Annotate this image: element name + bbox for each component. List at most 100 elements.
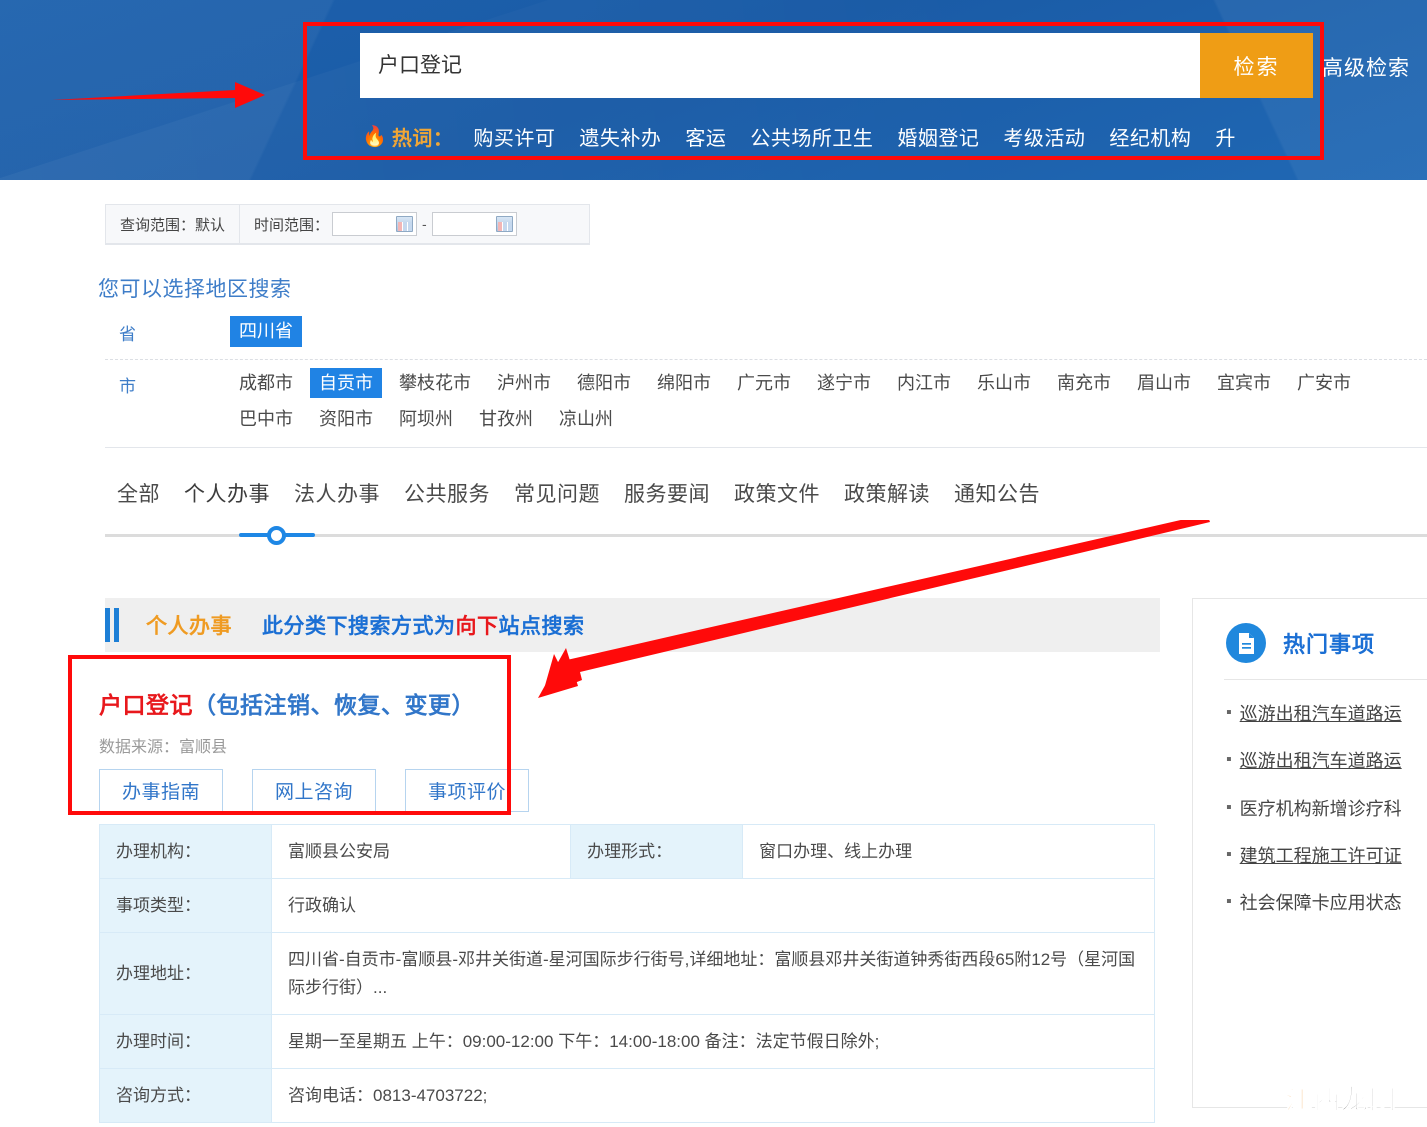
document-icon <box>1226 623 1266 663</box>
bullet-icon: ▪ <box>1226 704 1232 721</box>
site-header: 检索 高级检索 🔥 热词： 购买许可 遗失补办 客运 公共场所卫生 婚姻登记 考… <box>0 0 1427 180</box>
advanced-search-link[interactable]: 高级检索 <box>1322 52 1410 82</box>
region-item-city[interactable]: 广安市 <box>1288 368 1360 399</box>
flame-icon: 🔥 <box>362 125 387 148</box>
region-row-city: 市 成都市 自贡市 攀枝花市 泸州市 德阳市 绵阳市 广元市 遂宁市 内江市 乐… <box>105 360 1427 448</box>
result-title[interactable]: 户口登记（包括注销、恢复、变更） <box>99 686 475 720</box>
tab-policy-interpretation[interactable]: 政策解读 <box>832 478 942 508</box>
watermark-part1: 江 <box>1285 1085 1313 1117</box>
hotwords-row: 🔥 热词： 购买许可 遗失补办 客运 公共场所卫生 婚姻登记 考级活动 经纪机构… <box>362 122 1236 151</box>
region-row-province: 省 四川省 <box>105 308 1427 360</box>
tab-notices[interactable]: 通知公告 <box>942 478 1052 508</box>
search-button[interactable]: 检索 <box>1200 33 1313 98</box>
region-item-city[interactable]: 阿坝州 <box>390 404 462 435</box>
region-item-city[interactable]: 成都市 <box>230 368 302 399</box>
region-item-city[interactable]: 攀枝花市 <box>390 368 480 399</box>
hotwords-label: 热词： <box>391 128 454 150</box>
tab-service-news[interactable]: 服务要闻 <box>612 478 722 508</box>
hot-items-header: 热门事项 <box>1193 599 1427 679</box>
hotword-item[interactable]: 婚姻登记 <box>897 122 979 151</box>
page-root: 检索 高级检索 🔥 热词： 购买许可 遗失补办 客运 公共场所卫生 婚姻登记 考… <box>0 0 1427 1127</box>
region-item-city-selected[interactable]: 自贡市 <box>310 367 382 398</box>
section-note-highlight: 向下 <box>455 615 499 638</box>
hotword-item[interactable]: 公共场所卫生 <box>750 122 873 151</box>
tab-active-dot <box>267 526 286 545</box>
region-item-city[interactable]: 甘孜州 <box>470 404 542 435</box>
list-item[interactable]: ▪ 医疗机构新增诊疗科 <box>1226 797 1427 821</box>
date-end-input[interactable] <box>431 212 517 236</box>
detail-key: 办理时间： <box>99 1013 272 1069</box>
list-item[interactable]: ▪ 建筑工程施工许可证 <box>1226 844 1427 868</box>
detail-key: 咨询方式： <box>99 1067 272 1124</box>
detail-value: 四川省-自贡市-富顺县-邓井关街道-星河国际步行街号,详细地址：富顺县邓井关街道… <box>271 932 1155 1015</box>
calendar-icon[interactable] <box>495 216 513 232</box>
region-item-city[interactable]: 广元市 <box>728 368 800 399</box>
table-row: 办理时间： 星期一至星期五 上午：09:00-12:00 下午：14:00-18… <box>99 1013 1155 1069</box>
item-rating-button[interactable]: 事项评价 <box>405 769 530 812</box>
detail-key: 办理地址： <box>99 932 272 1015</box>
time-range-group: 时间范围： - <box>240 205 534 243</box>
result-title-rest: （包括注销、恢复、变更） <box>193 692 475 718</box>
hotword-item[interactable]: 购买许可 <box>473 122 555 151</box>
hotword-item[interactable]: 经纪机构 <box>1109 122 1191 151</box>
result-actions: 办事指南 网上咨询 事项评价 <box>99 769 530 812</box>
date-range-separator: - <box>422 216 427 232</box>
region-item-city[interactable]: 巴中市 <box>230 404 302 435</box>
region-row-label: 市 <box>119 376 136 396</box>
detail-value: 窗口办理、线上办理 <box>742 823 1155 880</box>
list-item[interactable]: ▪ 巡游出租汽车道路运 <box>1226 702 1427 726</box>
tab-policy-docs[interactable]: 政策文件 <box>722 478 832 508</box>
section-header: 个人办事 此分类下搜索方式为向下站点搜索 <box>105 598 1160 652</box>
list-item[interactable]: ▪ 社会保障卡应用状态 <box>1226 891 1427 915</box>
hot-items-title: 热门事项 <box>1283 632 1376 657</box>
region-item-city[interactable]: 凉山州 <box>550 404 622 435</box>
region-item-sichuan[interactable]: 四川省 <box>230 316 302 347</box>
section-accent-bars <box>105 608 122 642</box>
hotword-item[interactable]: 客运 <box>685 122 726 151</box>
online-consult-button[interactable]: 网上咨询 <box>252 769 377 812</box>
table-row: 事项类型： 行政确认 <box>99 878 1155 934</box>
result-source: 数据来源：富顺县 <box>99 733 227 757</box>
region-item-city[interactable]: 南充市 <box>1048 368 1120 399</box>
search-input[interactable] <box>360 33 1200 98</box>
list-item-label: 建筑工程施工许可证 <box>1239 845 1402 866</box>
region-item-city[interactable]: 遂宁市 <box>808 368 880 399</box>
tab-public-service[interactable]: 公共服务 <box>392 478 502 508</box>
region-item-city[interactable]: 乐山市 <box>968 368 1040 399</box>
list-item-label: 巡游出租汽车道路运 <box>1239 704 1402 724</box>
detail-value: 咨询电话：0813-4703722; <box>271 1067 1155 1124</box>
hotword-item[interactable]: 遗失补办 <box>579 122 661 151</box>
query-scope[interactable]: 查询范围：默认 <box>106 205 239 243</box>
region-item-city[interactable]: 绵阳市 <box>648 368 720 399</box>
detail-key: 事项类型： <box>99 878 272 934</box>
calendar-icon[interactable] <box>396 216 414 232</box>
watermark: 江西龙网 <box>1285 1078 1397 1117</box>
detail-value: 星期一至星期五 上午：09:00-12:00 下午：14:00-18:00 备注… <box>271 1013 1155 1069</box>
tab-all[interactable]: 全部 <box>105 478 172 508</box>
region-picker: 省 四川省 市 成都市 自贡市 攀枝花市 泸州市 德阳市 绵阳市 广元市 遂宁市… <box>105 308 1427 448</box>
guide-button[interactable]: 办事指南 <box>99 769 224 812</box>
table-row: 咨询方式： 咨询电话：0813-4703722; <box>99 1067 1155 1124</box>
section-note: 此分类下搜索方式为向下站点搜索 <box>262 610 585 640</box>
category-tabs: 全部 个人办事 法人办事 公共服务 常见问题 服务要闻 政策文件 政策解读 通知… <box>105 478 1427 508</box>
region-item-city[interactable]: 眉山市 <box>1128 368 1200 399</box>
region-item-city[interactable]: 内江市 <box>888 368 960 399</box>
hotword-item[interactable]: 升 <box>1215 122 1236 151</box>
region-item-city[interactable]: 宜宾市 <box>1208 368 1280 399</box>
watermark-part2: 西龙网 <box>1313 1085 1397 1117</box>
date-start-input[interactable] <box>332 212 418 236</box>
filter-bar: 查询范围：默认 时间范围： - <box>105 204 590 244</box>
detail-value: 富顺县公安局 <box>270 823 572 880</box>
section-note-suffix: 站点搜索 <box>498 615 585 638</box>
region-picker-title: 您可以选择地区搜索 <box>98 278 292 301</box>
hotword-item[interactable]: 考级活动 <box>1003 122 1085 151</box>
list-item[interactable]: ▪ 巡游出租汽车道路运 <box>1226 749 1427 773</box>
hot-items-list: ▪ 巡游出租汽车道路运 ▪ 巡游出租汽车道路运 ▪ 医疗机构新增诊疗科 ▪ 建筑… <box>1193 680 1427 915</box>
tab-personal[interactable]: 个人办事 <box>172 478 282 508</box>
region-item-city[interactable]: 德阳市 <box>568 368 640 399</box>
tab-faq[interactable]: 常见问题 <box>502 478 612 508</box>
tab-legal-person[interactable]: 法人办事 <box>282 478 392 508</box>
region-item-city[interactable]: 资阳市 <box>310 404 382 435</box>
region-item-city[interactable]: 泸州市 <box>488 368 560 399</box>
hot-items-panel: 热门事项 ▪ 巡游出租汽车道路运 ▪ 巡游出租汽车道路运 ▪ 医疗机构新增诊疗科… <box>1192 598 1427 1108</box>
